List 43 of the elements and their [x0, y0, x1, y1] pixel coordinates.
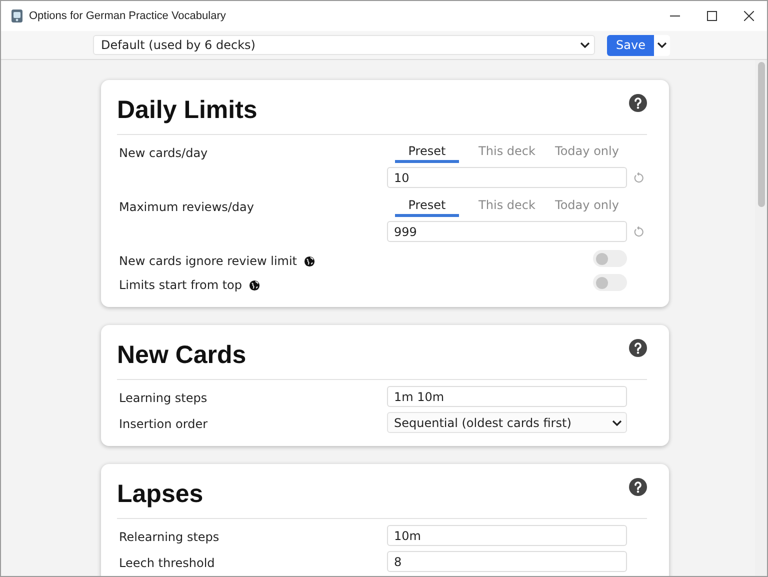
- text-field[interactable]: 10m: [387, 525, 627, 546]
- setting-label: Limits start from top: [119, 277, 242, 294]
- setting-label: New cards/day: [119, 145, 208, 162]
- section-title: Lapses: [117, 479, 204, 510]
- preset-dropdown[interactable]: Default (used by 6 decks): [93, 35, 595, 55]
- app-icon: [11, 9, 23, 23]
- maximize-icon: [706, 11, 716, 21]
- setting-label: Maximum reviews/day: [119, 199, 254, 216]
- help-icon[interactable]: [629, 339, 647, 357]
- help-icon[interactable]: [629, 94, 647, 112]
- setting-label: Leech threshold: [119, 555, 215, 572]
- section-title: New Cards: [117, 340, 246, 371]
- scope-tab[interactable]: Today only: [555, 141, 619, 163]
- text-field[interactable]: 8: [387, 551, 627, 572]
- scope-tab[interactable]: This deck: [475, 141, 539, 163]
- globe-icon: [304, 256, 316, 266]
- save-button[interactable]: Save: [607, 34, 654, 56]
- window-title: Options for German Practice Vocabulary: [29, 10, 227, 22]
- setting-label: New cards ignore review limit: [119, 253, 298, 270]
- text-field[interactable]: 1m 10m: [387, 386, 627, 407]
- caret-icon: [612, 420, 622, 426]
- order-dropdown[interactable]: Sequential (oldest cards first): [387, 412, 627, 433]
- globe-icon: [248, 280, 260, 290]
- scrollbar-thumb[interactable]: [758, 62, 764, 207]
- number-field[interactable]: 10: [387, 167, 627, 188]
- scope-tab[interactable]: This deck: [475, 195, 539, 217]
- setting-label: Relearning steps: [119, 529, 220, 546]
- reset-icon[interactable]: [633, 172, 645, 184]
- save-menu-button[interactable]: [654, 34, 670, 56]
- scope-tab[interactable]: Preset: [395, 195, 459, 217]
- setting-label: Insertion order: [119, 416, 208, 433]
- help-icon[interactable]: [629, 478, 647, 496]
- toggle-switch[interactable]: [593, 274, 627, 291]
- toggle-switch[interactable]: [593, 250, 627, 267]
- setting-label: Learning steps: [119, 390, 208, 407]
- scope-tab[interactable]: Preset: [395, 141, 459, 163]
- scope-tab[interactable]: Today only: [555, 195, 619, 217]
- section-title: Daily Limits: [117, 95, 258, 126]
- reset-icon[interactable]: [633, 226, 645, 238]
- caret-icon: [580, 42, 590, 48]
- caret-icon: [657, 42, 668, 48]
- close-icon: [744, 11, 754, 21]
- number-field[interactable]: 999: [387, 221, 627, 242]
